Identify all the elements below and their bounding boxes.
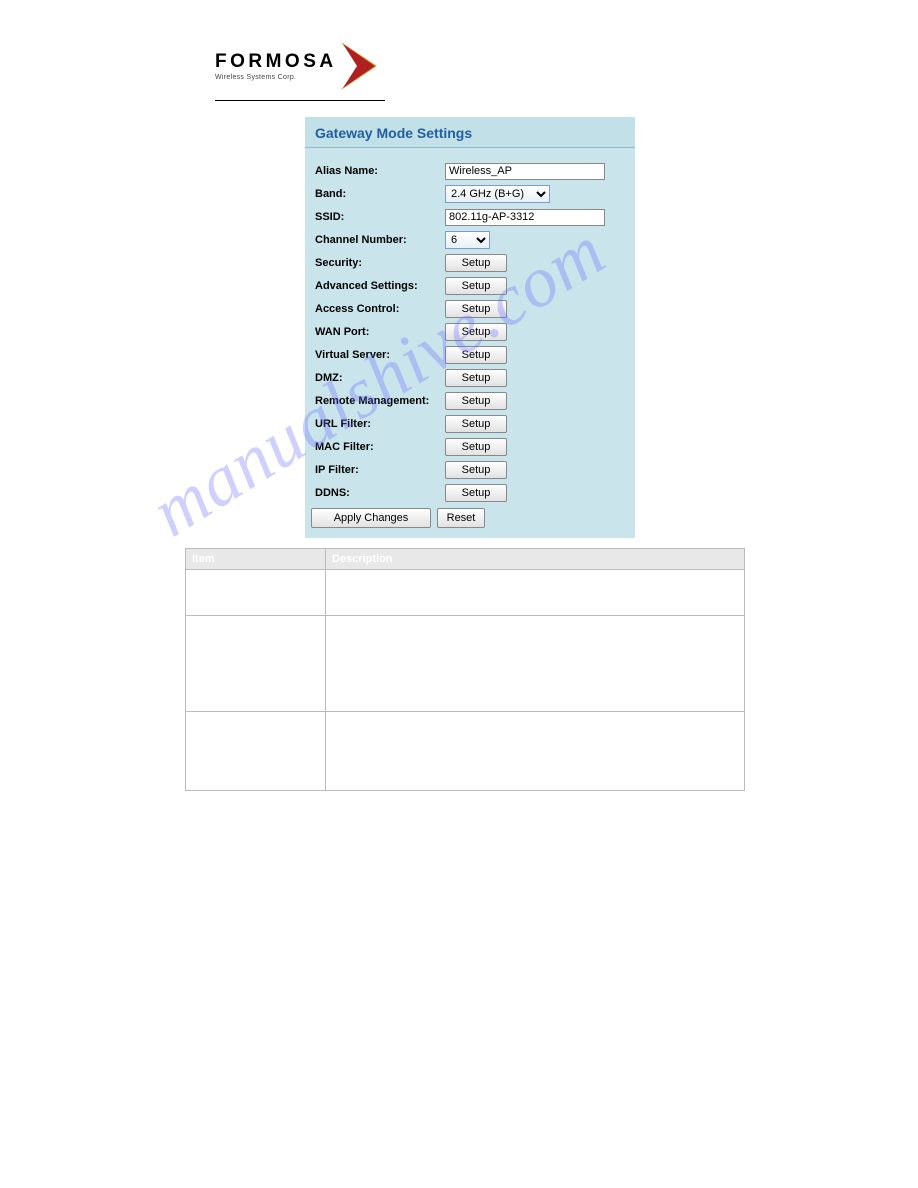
mac-filter-label: MAC Filter: [315, 441, 445, 453]
alias-name-label: Alias Name: [315, 165, 445, 177]
channel-label: Channel Number: [315, 234, 445, 246]
ssid-label: SSID: [315, 211, 445, 223]
copyright: Copyright © 2008 Formosa Wireless System… [175, 959, 743, 970]
panel-title: Gateway Mode Settings [315, 125, 625, 141]
advanced-setup-button[interactable]: Setup [445, 277, 507, 295]
wan-port-label: WAN Port: [315, 326, 445, 338]
logo-text: FORMOSA [215, 51, 337, 73]
divider [215, 100, 385, 101]
url-filter-setup-button[interactable]: Setup [445, 415, 507, 433]
table-cell-item: Alias Name [186, 570, 326, 616]
wan-port-setup-button[interactable]: Setup [445, 323, 507, 341]
alias-name-input[interactable] [445, 163, 605, 180]
ddns-label: DDNS: [315, 487, 445, 499]
gateway-settings-panel: Gateway Mode Settings Alias Name: Band: … [305, 117, 635, 538]
logo-block: FORMOSA Wireless Systems Corp. [215, 40, 743, 92]
security-setup-button[interactable]: Setup [445, 254, 507, 272]
virtual-server-label: Virtual Server: [315, 349, 445, 361]
table-cell-desc: You can set the alias name for this devi… [326, 570, 745, 616]
ddns-setup-button[interactable]: Setup [445, 484, 507, 502]
remote-management-label: Remote Management: [315, 395, 445, 407]
security-label: Security: [315, 257, 445, 269]
band-label: Band: [315, 188, 445, 200]
table-cell-item: SSID [186, 711, 326, 790]
ip-filter-label: IP Filter: [315, 464, 445, 476]
remote-management-setup-button[interactable]: Setup [445, 392, 507, 410]
table-row: Alias Name You can set the alias name fo… [186, 570, 745, 616]
table-cell-desc: This is the name of the wireless LAN. Al… [326, 711, 745, 790]
mac-filter-setup-button[interactable]: Setup [445, 438, 507, 456]
arrow-icon [339, 40, 387, 92]
table-header-desc: Description [326, 549, 745, 570]
access-control-setup-button[interactable]: Setup [445, 300, 507, 318]
table-cell-desc: You can choose one mode of the following… [326, 616, 745, 712]
apply-changes-button[interactable]: Apply Changes [311, 508, 431, 528]
access-control-label: Access Control: [315, 303, 445, 315]
ssid-input[interactable] [445, 209, 605, 226]
advanced-label: Advanced Settings: [315, 280, 445, 292]
band-select[interactable]: 2.4 GHz (B+G) [445, 185, 550, 203]
reset-button[interactable]: Reset [437, 508, 485, 528]
panel-header: Gateway Mode Settings [305, 117, 635, 148]
logo-subtitle: Wireless Systems Corp. [215, 74, 337, 81]
dmz-label: DMZ: [315, 372, 445, 384]
description-table: Item Description Alias Name You can set … [185, 548, 745, 791]
table-row: SSID This is the name of the wireless LA… [186, 711, 745, 790]
url-filter-label: URL Filter: [315, 418, 445, 430]
ip-filter-setup-button[interactable]: Setup [445, 461, 507, 479]
table-cell-item: Band [186, 616, 326, 712]
page-number: 45 [175, 941, 743, 953]
table-row: Band You can choose one mode of the foll… [186, 616, 745, 712]
table-header-item: Item [186, 549, 326, 570]
virtual-server-setup-button[interactable]: Setup [445, 346, 507, 364]
dmz-setup-button[interactable]: Setup [445, 369, 507, 387]
channel-select[interactable]: 6 [445, 231, 490, 249]
